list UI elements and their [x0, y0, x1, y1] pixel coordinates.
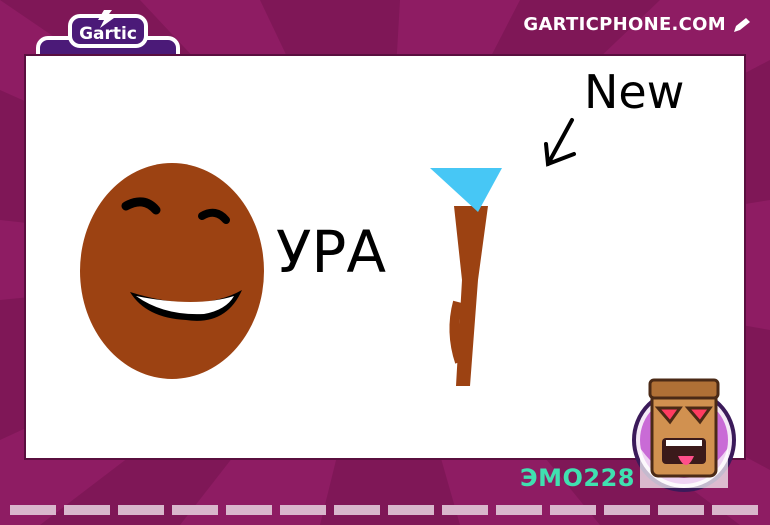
- torch-drawing: [430, 168, 502, 386]
- site-link[interactable]: GARTICPHONE.COM: [523, 14, 752, 35]
- author-name: ЭМО228: [520, 464, 635, 492]
- tiki-mask-avatar-icon: [630, 378, 738, 492]
- svg-text:Gartic: Gartic: [79, 24, 137, 44]
- arrow-drawing: [544, 118, 576, 167]
- ura-text: УРА: [276, 218, 386, 286]
- pencil-icon: [734, 17, 750, 32]
- smiling-face-drawing: [80, 163, 264, 379]
- new-label-text: New: [584, 65, 684, 119]
- bottom-dashed-border: [10, 505, 760, 517]
- site-link-label: GARTICPHONE.COM: [523, 14, 726, 35]
